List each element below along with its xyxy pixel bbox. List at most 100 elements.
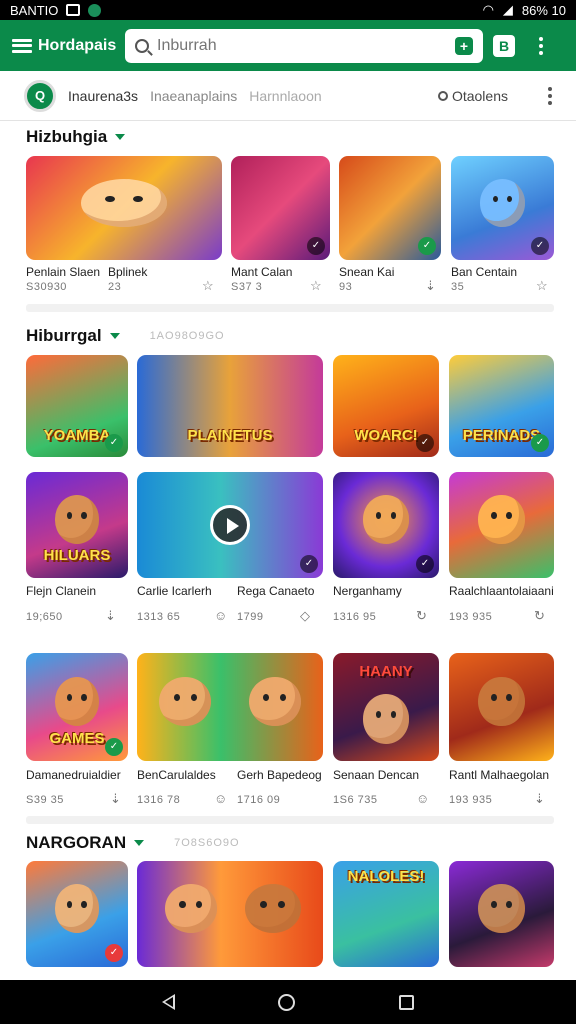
app-bar: Hordapais + B xyxy=(0,20,576,71)
game-tile-5-2[interactable] xyxy=(137,861,323,967)
back-icon[interactable] xyxy=(161,994,175,1010)
wishlist-icon[interactable]: ☆ xyxy=(202,278,214,294)
installed-badge-icon: ✓ xyxy=(531,434,549,452)
character-art xyxy=(479,178,526,227)
game-tile-2-1[interactable]: YOAMBA ✓ xyxy=(26,355,128,457)
search-bar[interactable]: + xyxy=(125,28,483,63)
tab-3[interactable]: Harnnlaoon xyxy=(249,88,321,104)
item-title[interactable]: BenCarulaldes xyxy=(137,768,216,782)
game-tile-2-2[interactable]: PLAINETUS xyxy=(137,355,323,457)
item-title[interactable]: Carlie Icarlerh xyxy=(137,584,212,598)
item-meta: 23 xyxy=(108,281,122,293)
item-title[interactable]: Raalchlaantolaiaani xyxy=(449,584,554,598)
download-icon[interactable]: ⇣ xyxy=(105,608,116,624)
game-tile-5-4[interactable] xyxy=(449,861,554,967)
item-title[interactable]: Rega Canaeto xyxy=(237,584,314,598)
section-header-2[interactable]: Hiburrgal 1AO98O9GO xyxy=(26,326,225,346)
character-art xyxy=(478,495,525,545)
section-title: Hiburrgal xyxy=(26,326,102,345)
game-tile-3-1[interactable]: HILUARS xyxy=(26,472,128,578)
voice-search-icon[interactable]: + xyxy=(455,36,473,55)
item-title[interactable]: Snean Kai xyxy=(339,265,394,279)
game-tile-3-2[interactable]: ✓ xyxy=(137,472,323,578)
game-tile-1-2[interactable]: ✓ xyxy=(231,156,330,260)
download-icon[interactable]: ⇣ xyxy=(425,278,436,294)
tab-2[interactable]: Inaeanaplains xyxy=(150,88,237,104)
brand[interactable]: Hordapais xyxy=(12,37,122,55)
item-title[interactable]: Nerganhamy xyxy=(333,584,402,598)
refresh-icon[interactable]: ↻ xyxy=(534,608,545,624)
item-title[interactable]: Flejn Clanein xyxy=(26,584,96,598)
game-tile-1-4[interactable]: ✓ xyxy=(451,156,554,260)
item-title[interactable]: Gerh Bapedeog xyxy=(237,768,322,782)
sub-overflow-icon[interactable] xyxy=(548,86,552,105)
search-input[interactable] xyxy=(157,36,447,55)
item-title[interactable]: Ban Centain xyxy=(451,265,517,279)
play-video-icon[interactable] xyxy=(210,505,250,545)
store-logo[interactable]: Q xyxy=(24,79,56,112)
game-tile-1-3[interactable]: ✓ xyxy=(339,156,441,260)
item-meta: 193 935 xyxy=(449,794,493,806)
installed-badge-icon: ✓ xyxy=(105,738,123,756)
character-art xyxy=(54,495,100,545)
item-meta: 35 xyxy=(451,281,465,293)
download-badge-icon: ✓ xyxy=(300,555,318,573)
game-tile-4-4[interactable] xyxy=(449,653,554,761)
installed-badge-icon: ✓ xyxy=(418,237,436,255)
download-icon[interactable]: ⇣ xyxy=(534,791,545,807)
chevron-down-icon xyxy=(134,840,145,846)
chevron-down-icon xyxy=(115,134,126,140)
item-meta: 1S6 735 xyxy=(333,794,378,806)
game-tile-4-1[interactable]: GAMES ✓ xyxy=(26,653,128,761)
section-header-1[interactable]: Hizbuhgia xyxy=(26,127,126,147)
search-icon xyxy=(135,38,149,53)
game-tile-2-3[interactable]: WOARC! ✓ xyxy=(333,355,439,457)
download-badge-icon: ✓ xyxy=(416,434,434,452)
section-header-3[interactable]: NARGORAN 7O8S6O9O xyxy=(26,833,240,853)
item-title[interactable]: Bplinek xyxy=(108,265,147,279)
tile-logo-text: HILUARS xyxy=(43,547,111,565)
tile-logo-text: HAANY xyxy=(359,662,413,680)
section-divider xyxy=(26,816,554,824)
item-title[interactable]: Penlain Slaen xyxy=(26,265,100,279)
wishlist-icon[interactable]: ☆ xyxy=(536,278,548,294)
game-tile-2-4[interactable]: PERINADS ✓ xyxy=(449,355,554,457)
library-icon[interactable]: B xyxy=(493,34,515,57)
location-filter[interactable]: Otaolens xyxy=(437,87,508,104)
recents-icon[interactable] xyxy=(399,994,415,1010)
status-carrier: BANTIO xyxy=(10,2,59,18)
item-meta: S37 3 xyxy=(231,281,263,293)
game-tile-3-3[interactable]: ✓ xyxy=(333,472,439,578)
brand-label: Hordapais xyxy=(38,36,117,54)
item-title[interactable]: Rantl Malhaegolan xyxy=(449,768,554,782)
game-tile-5-3[interactable]: NALOLES! xyxy=(333,861,439,967)
item-meta: 93 xyxy=(339,281,353,293)
signal-icon: ◢ xyxy=(502,2,513,17)
item-meta: 1313 65 xyxy=(137,611,181,623)
item-title[interactable]: Senaan Dencan xyxy=(333,768,419,782)
tile-logo-text: PLAINETUS xyxy=(187,426,273,444)
character-art xyxy=(362,694,410,744)
game-tile-5-1[interactable]: ✓ xyxy=(26,861,128,967)
item-title[interactable]: Mant Calan xyxy=(231,265,292,279)
menu-icon[interactable] xyxy=(12,38,32,53)
game-tile-4-3[interactable]: HAANY xyxy=(333,653,439,761)
game-tile-1-1[interactable] xyxy=(26,156,222,260)
location-label: Otaolens xyxy=(451,87,508,104)
location-pin-icon xyxy=(437,90,448,101)
home-icon[interactable] xyxy=(278,993,296,1011)
badge-icon: ✓ xyxy=(105,944,123,962)
character-art xyxy=(244,884,301,934)
item-title[interactable]: Damanedruialdier xyxy=(26,768,134,782)
game-tile-4-2[interactable] xyxy=(137,653,323,761)
refresh-icon[interactable]: ↻ xyxy=(416,608,427,624)
share-icon[interactable]: ◇ xyxy=(300,608,310,624)
game-tile-3-4[interactable] xyxy=(449,472,554,578)
wishlist-icon[interactable]: ☆ xyxy=(310,278,322,294)
download-icon[interactable]: ⇣ xyxy=(110,791,121,807)
character-art xyxy=(478,884,525,934)
overflow-menu-icon[interactable] xyxy=(539,36,543,55)
item-meta: 1716 09 xyxy=(237,794,281,806)
emoji-rating-icon: ☺ xyxy=(214,608,228,623)
tab-1[interactable]: Inaurena3s xyxy=(68,88,138,104)
